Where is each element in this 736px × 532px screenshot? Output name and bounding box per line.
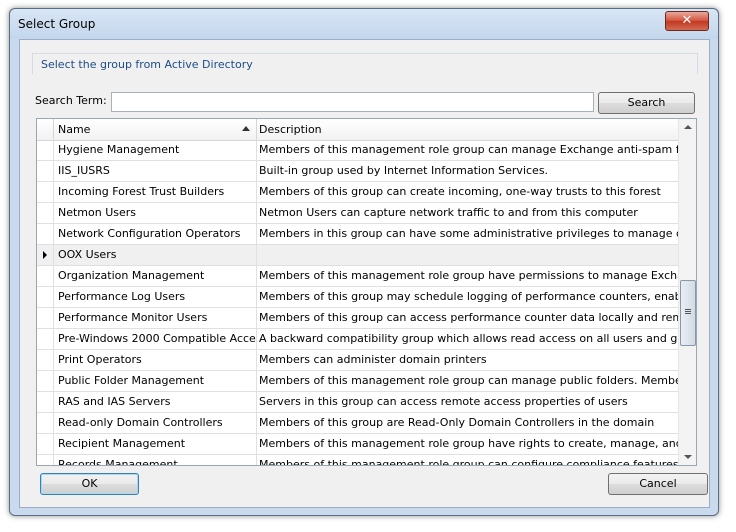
row-header-cell (37, 245, 54, 265)
table-row[interactable]: Records Management Members of this manage… (37, 455, 679, 465)
scrollbar-thumb[interactable] (680, 280, 696, 346)
row-header-cell (37, 413, 54, 433)
table-row[interactable]: Pre-Windows 2000 Compatible Access A back… (37, 329, 679, 350)
description-cell[interactable]: Members can administer domain printers (255, 350, 679, 370)
name-cell[interactable]: Pre-Windows 2000 Compatible Access (54, 329, 257, 349)
table-row[interactable]: Performance Monitor Users Members of this… (37, 308, 679, 329)
current-row-arrow-icon (43, 251, 47, 259)
name-cell[interactable]: Incoming Forest Trust Builders (54, 182, 257, 202)
row-header-cell (37, 308, 54, 328)
row-header-cell (37, 182, 54, 202)
close-button[interactable]: ✕ (665, 11, 709, 31)
row-header-cell (37, 203, 54, 223)
vertical-scrollbar[interactable] (678, 119, 696, 465)
select-group-dialog: Select Group ✕ Select the group from Act… (9, 8, 719, 516)
scroll-up-arrow-icon[interactable] (684, 125, 692, 129)
description-cell[interactable]: A backward compatibility group which all… (255, 329, 679, 349)
table-row[interactable]: Read-only Domain Controllers Members of t… (37, 413, 679, 434)
groups-table: Name Description Hygiene Management Membe… (36, 118, 697, 466)
name-cell[interactable]: Public Folder Management (54, 371, 257, 391)
description-cell[interactable]: Members of this management role group ha… (255, 434, 679, 454)
description-cell[interactable]: Members of this group are Read-Only Doma… (255, 413, 679, 433)
column-header-label: Description (259, 123, 322, 136)
group-box-label: Select the group from Active Directory (41, 58, 253, 71)
table-row[interactable]: IIS_IUSRS Built-in group used by Internet… (37, 161, 679, 182)
name-cell[interactable]: RAS and IAS Servers (54, 392, 257, 412)
grip-icon (685, 309, 691, 310)
column-header-description[interactable]: Description (255, 119, 679, 140)
table-row[interactable]: Netmon Users Netmon Users can capture net… (37, 203, 679, 224)
description-cell[interactable]: Members of this management role group ca… (255, 455, 679, 465)
row-header-cell (37, 434, 54, 454)
description-cell[interactable] (255, 245, 679, 265)
table-row[interactable]: Hygiene Management Members of this manage… (37, 140, 679, 161)
window-title: Select Group (18, 17, 96, 31)
name-cell[interactable]: Print Operators (54, 350, 257, 370)
name-cell[interactable]: Read-only Domain Controllers (54, 413, 257, 433)
cancel-button[interactable]: Cancel (608, 473, 708, 495)
table-row[interactable]: Organization Management Members of this m… (37, 266, 679, 287)
row-header-cell (37, 350, 54, 370)
name-cell[interactable]: Netmon Users (54, 203, 257, 223)
name-cell[interactable]: Network Configuration Operators (54, 224, 257, 244)
row-header-column (37, 119, 54, 140)
name-cell[interactable]: Performance Monitor Users (54, 308, 257, 328)
name-cell[interactable]: Recipient Management (54, 434, 257, 454)
description-cell[interactable]: Members of this management role group ca… (255, 371, 679, 391)
table-row[interactable]: RAS and IAS Servers Servers in this group… (37, 392, 679, 413)
description-cell[interactable]: Built-in group used by Internet Informat… (255, 161, 679, 181)
description-cell[interactable]: Members of this group may schedule loggi… (255, 287, 679, 307)
row-header-cell (37, 224, 54, 244)
row-header-cell (37, 371, 54, 391)
description-cell[interactable]: Servers in this group can access remote … (255, 392, 679, 412)
scroll-down-arrow-icon[interactable] (684, 455, 692, 459)
description-cell[interactable]: Members of this group can access perform… (255, 308, 679, 328)
row-header-cell (37, 161, 54, 181)
row-header-cell (37, 455, 54, 465)
name-cell[interactable]: Hygiene Management (54, 140, 257, 160)
name-cell[interactable]: Performance Log Users (54, 287, 257, 307)
search-button[interactable]: Search (598, 92, 695, 114)
table-row[interactable]: Incoming Forest Trust Builders Members of… (37, 182, 679, 203)
row-header-cell (37, 392, 54, 412)
ok-button[interactable]: OK (40, 473, 139, 495)
close-icon: ✕ (681, 13, 693, 28)
description-cell[interactable]: Members in this group can have some admi… (255, 224, 679, 244)
column-header-name[interactable]: Name (54, 119, 257, 140)
name-cell[interactable]: IIS_IUSRS (54, 161, 257, 181)
search-input[interactable] (111, 92, 594, 112)
table-row[interactable]: OOX Users (37, 245, 679, 266)
table-row[interactable]: Performance Log Users Members of this gro… (37, 287, 679, 308)
table-row[interactable]: Recipient Management Members of this mana… (37, 434, 679, 455)
row-header-cell (37, 140, 54, 160)
description-cell[interactable]: Members of this management role group ca… (255, 140, 679, 160)
description-cell[interactable]: Members of this group can create incomin… (255, 182, 679, 202)
table-row[interactable]: Network Configuration Operators Members i… (37, 224, 679, 245)
table-rows: Hygiene Management Members of this manage… (37, 140, 679, 465)
name-cell[interactable]: Records Management (54, 455, 257, 465)
row-header-cell (37, 266, 54, 286)
title-bar[interactable]: Select Group ✕ (10, 9, 718, 39)
description-cell[interactable]: Members of this management role group ha… (255, 266, 679, 286)
sort-ascending-icon (242, 126, 250, 131)
row-header-cell (37, 329, 54, 349)
table-header: Name Description (37, 119, 679, 141)
search-term-label: Search Term: (35, 94, 107, 107)
description-cell[interactable]: Netmon Users can capture network traffic… (255, 203, 679, 223)
table-row[interactable]: Print Operators Members can administer do… (37, 350, 679, 371)
name-cell[interactable]: Organization Management (54, 266, 257, 286)
row-header-cell (37, 287, 54, 307)
dialog-body: Select the group from Active Directory S… (19, 39, 710, 508)
name-cell[interactable]: OOX Users (54, 245, 257, 265)
table-row[interactable]: Public Folder Management Members of this … (37, 371, 679, 392)
group-box: Select the group from Active Directory (32, 53, 698, 74)
column-header-label: Name (58, 123, 91, 136)
